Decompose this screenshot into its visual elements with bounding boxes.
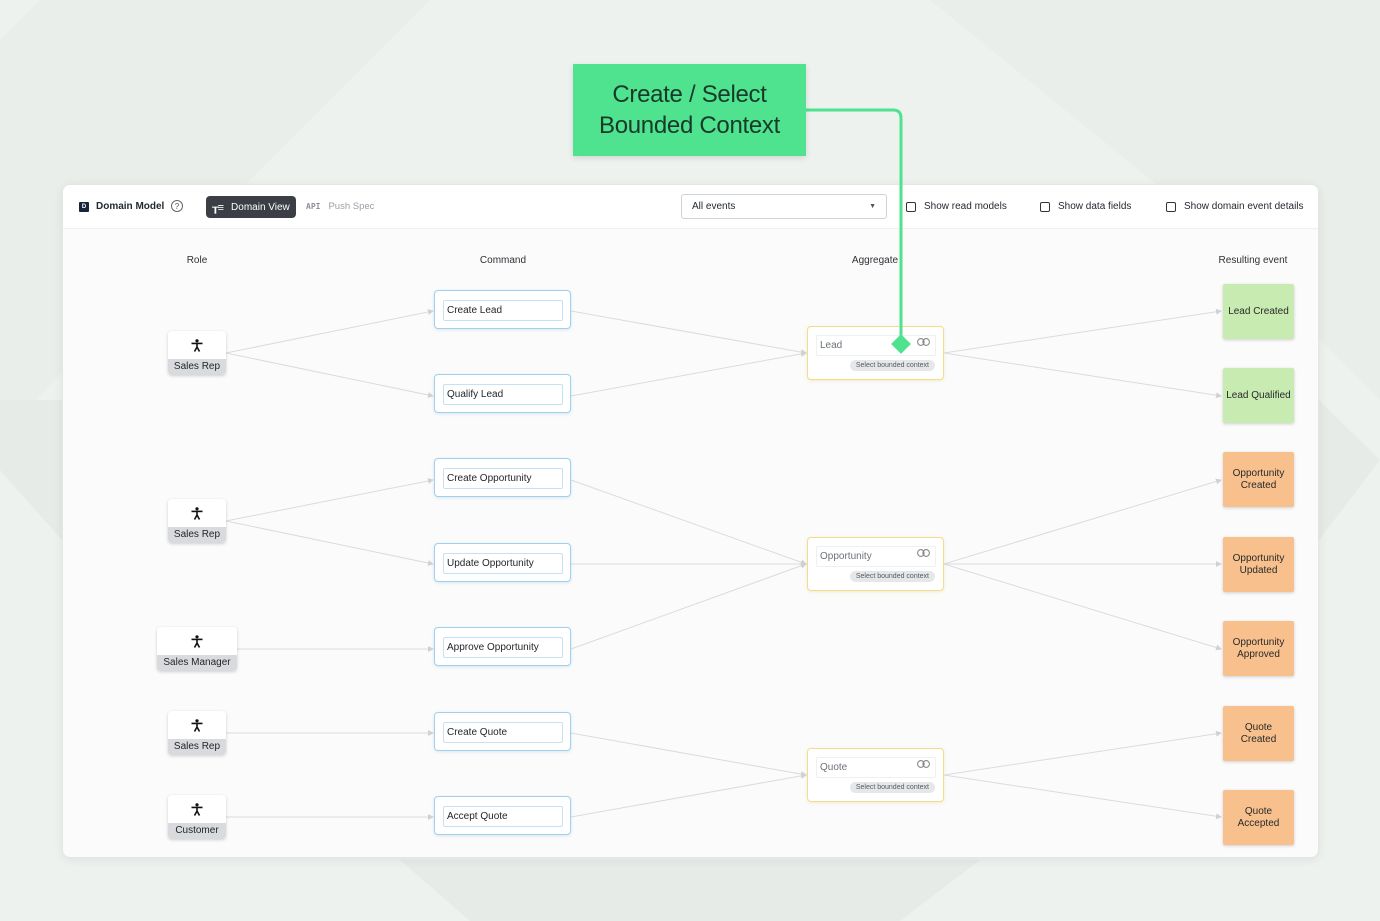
flow-edges <box>225 308 1222 820</box>
role-node[interactable]: Sales Rep <box>168 711 226 755</box>
push-spec-button[interactable]: API Push Spec <box>306 201 374 212</box>
page-title: Domain Model <box>96 201 165 212</box>
event-node[interactable]: Opportunity Created <box>1223 452 1294 507</box>
event-node[interactable]: Quote Accepted <box>1223 790 1294 845</box>
role-label: Sales Rep <box>168 739 226 755</box>
event-node[interactable]: Opportunity Approved <box>1223 621 1294 676</box>
api-icon: API <box>306 202 321 211</box>
app-title-group: D Domain Model <box>79 201 164 212</box>
command-name-field[interactable]: Create Quote <box>443 722 563 743</box>
checkbox[interactable] <box>906 201 916 212</box>
command-node[interactable]: Qualify Lead <box>434 374 571 413</box>
aggregate-node[interactable]: Lead Select bounded context <box>807 326 944 380</box>
hierarchy-icon: ┰≡ <box>212 201 224 214</box>
event-node[interactable]: Lead Qualified <box>1223 368 1294 423</box>
command-name-field[interactable]: Create Lead <box>443 300 563 321</box>
command-node[interactable]: Create Opportunity <box>434 458 571 497</box>
command-node[interactable]: Create Lead <box>434 290 571 329</box>
aggregate-node[interactable]: Quote Select bounded context <box>807 748 944 802</box>
command-name-field[interactable]: Approve Opportunity <box>443 637 563 658</box>
link-icon[interactable] <box>917 760 930 768</box>
callout-line-1: Create / Select <box>612 81 767 108</box>
chevron-down-icon: ▼ <box>869 203 876 210</box>
domain-view-label: Domain View <box>231 201 290 213</box>
person-icon <box>168 499 226 527</box>
column-heading-resulting-event: Resulting event <box>1218 255 1288 266</box>
role-label: Sales Rep <box>168 359 226 375</box>
checkbox[interactable] <box>1166 201 1176 212</box>
callout-line-2: Bounded Context <box>599 112 780 139</box>
role-label: Sales Rep <box>168 527 226 543</box>
bounded-context-callout: Create / Select Bounded Context <box>573 64 806 156</box>
show-read-models-toggle[interactable]: Show read models <box>906 201 1007 212</box>
command-name-field[interactable]: Accept Quote <box>443 806 563 827</box>
checkbox-label: Show domain event details <box>1184 201 1304 212</box>
event-node[interactable]: Opportunity Updated <box>1223 537 1294 592</box>
link-icon[interactable] <box>917 549 930 557</box>
toolbar: D Domain Model ? ┰≡ Domain View API Push… <box>63 185 1318 229</box>
app-logo-icon: D <box>79 201 89 212</box>
show-domain-event-details-toggle[interactable]: Show domain event details <box>1166 201 1304 212</box>
command-name-field[interactable]: Create Opportunity <box>443 468 563 489</box>
checkbox-label: Show read models <box>924 201 1007 212</box>
select-bounded-context-button[interactable]: Select bounded context <box>849 571 935 582</box>
command-name-field[interactable]: Update Opportunity <box>443 553 563 574</box>
select-bounded-context-button[interactable]: Select bounded context <box>849 360 935 371</box>
role-node[interactable]: Sales Manager <box>157 627 237 671</box>
push-spec-label: Push Spec <box>328 201 375 212</box>
role-node[interactable]: Customer <box>168 795 226 839</box>
checkbox-label: Show data fields <box>1058 201 1132 212</box>
role-node[interactable]: Sales Rep <box>168 331 226 375</box>
person-icon <box>168 711 226 739</box>
domain-view-button[interactable]: ┰≡ Domain View <box>206 196 296 218</box>
aggregate-node[interactable]: Opportunity Select bounded context <box>807 537 944 591</box>
person-icon <box>168 795 226 823</box>
column-heading-role: Role <box>186 255 208 266</box>
show-data-fields-toggle[interactable]: Show data fields <box>1040 201 1131 212</box>
event-node[interactable]: Lead Created <box>1223 284 1294 339</box>
command-node[interactable]: Create Quote <box>434 712 571 751</box>
person-icon <box>168 331 226 359</box>
command-name-field[interactable]: Qualify Lead <box>443 384 563 405</box>
event-filter-value: All events <box>692 201 736 212</box>
command-node[interactable]: Update Opportunity <box>434 543 571 582</box>
select-bounded-context-button[interactable]: Select bounded context <box>849 782 935 793</box>
help-icon[interactable]: ? <box>171 200 183 212</box>
event-node[interactable]: Quote Created <box>1223 706 1294 761</box>
column-heading-command: Command <box>479 255 527 266</box>
role-label: Sales Manager <box>157 655 237 671</box>
checkbox[interactable] <box>1040 201 1050 212</box>
column-heading-aggregate: Aggregate <box>851 255 899 266</box>
role-node[interactable]: Sales Rep <box>168 499 226 543</box>
role-label: Customer <box>168 823 226 839</box>
link-icon[interactable] <box>917 338 930 346</box>
person-icon <box>157 627 237 655</box>
command-node[interactable]: Approve Opportunity <box>434 627 571 666</box>
domain-model-app: D Domain Model ? ┰≡ Domain View API Push… <box>62 184 1319 858</box>
command-node[interactable]: Accept Quote <box>434 796 571 835</box>
event-filter-select[interactable]: All events ▼ <box>681 194 887 219</box>
